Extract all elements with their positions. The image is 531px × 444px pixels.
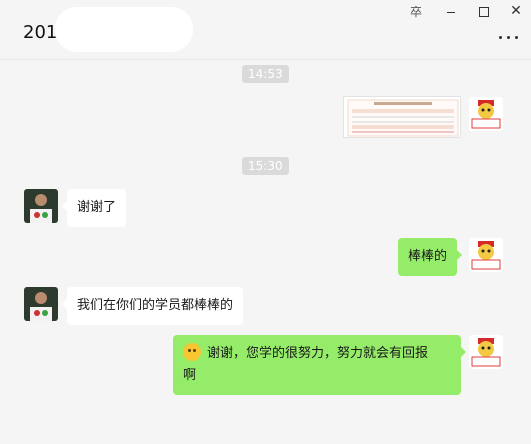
maximize-button[interactable] (475, 4, 491, 20)
mascot-avatar-icon (469, 238, 503, 272)
message-line: 谢谢，您学的很努力，努力就会有回报 (183, 343, 451, 365)
redacted-name-overlay (55, 7, 193, 52)
timestamp: 14:53 (242, 65, 289, 83)
self-avatar[interactable] (469, 335, 503, 369)
contact-photo-icon (24, 189, 58, 223)
self-avatar[interactable] (469, 97, 503, 131)
mascot-avatar-icon (469, 335, 503, 369)
message-bubble[interactable]: 棒棒的 (398, 238, 463, 276)
image-message[interactable] (343, 96, 461, 138)
close-button[interactable]: ✕ (508, 4, 524, 20)
contact-photo-icon (24, 287, 58, 321)
message-bubble[interactable]: 我们在你们的学员都棒棒的 (61, 287, 244, 325)
more-options-icon[interactable] (498, 36, 520, 42)
score-report-thumbnail (347, 99, 459, 137)
minimize-button[interactable] (443, 4, 459, 20)
self-avatar[interactable] (469, 238, 503, 272)
contact-avatar[interactable] (24, 189, 58, 223)
thinking-emoji-icon (183, 343, 201, 361)
pin-icon[interactable]: 卒 (408, 3, 424, 19)
message-bubble[interactable]: 谢谢，您学的很努力，努力就会有回报 啊 (173, 335, 466, 395)
chat-title: 201 (23, 22, 58, 43)
message-line: 啊 (183, 368, 197, 383)
timestamp: 15:30 (242, 157, 289, 175)
message-text: 谢谢，您学的很努力，努力就会有回报 (207, 346, 429, 361)
contact-avatar[interactable] (24, 287, 58, 321)
chat-header: 201 卒 ✕ (0, 0, 531, 60)
mascot-avatar-icon (469, 97, 503, 131)
message-bubble[interactable]: 谢谢了 (61, 189, 127, 227)
